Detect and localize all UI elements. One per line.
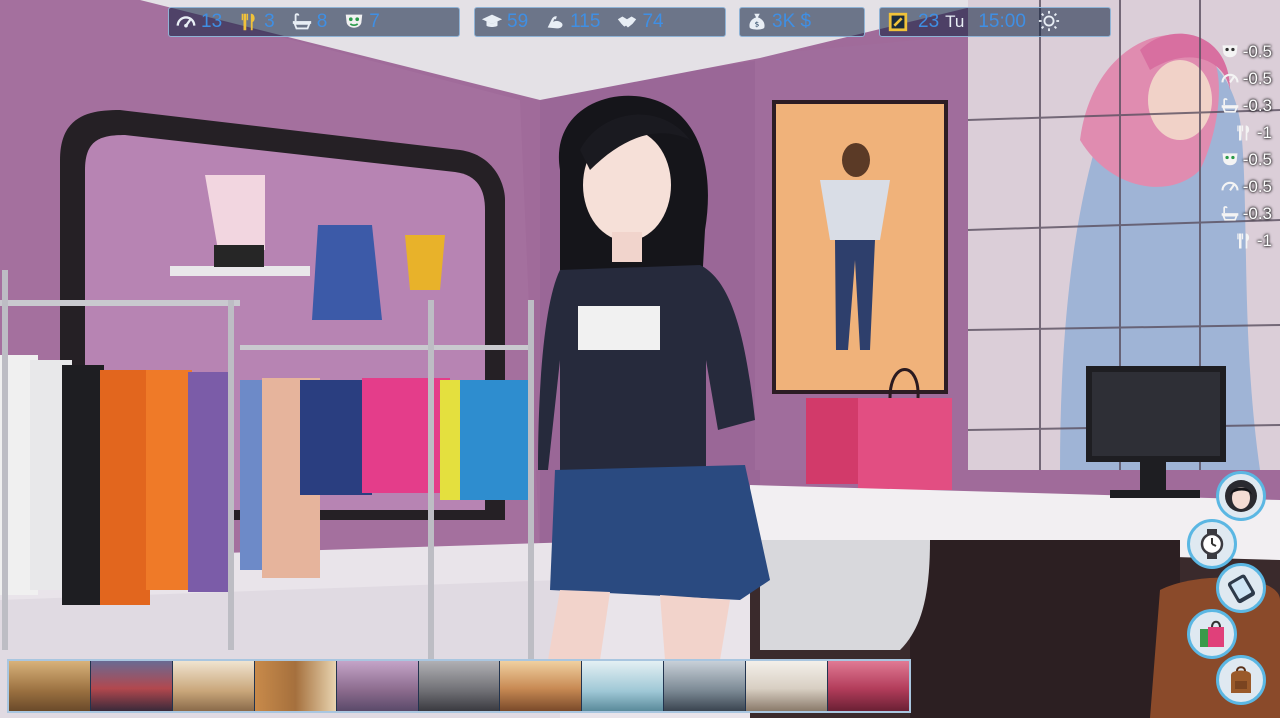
clothing-store-scene xyxy=(0,0,1280,718)
effect-row: -0.3 xyxy=(1200,94,1272,118)
location-mall-hall[interactable] xyxy=(9,661,91,711)
shopping-bag-icon xyxy=(1200,620,1224,647)
effect-row: -0.5 xyxy=(1200,67,1272,91)
money-bar: $ 3K $ xyxy=(739,7,865,37)
muscle-arm-icon xyxy=(544,11,566,33)
bathtub-icon xyxy=(291,11,313,33)
graduation-cap-icon xyxy=(481,11,503,33)
mood-mask-icon xyxy=(1219,41,1241,63)
location-lab[interactable] xyxy=(582,661,665,711)
needs-bar: 13 3 8 7 xyxy=(168,7,460,37)
inventory-button[interactable] xyxy=(1216,655,1266,705)
effect-row: -1 xyxy=(1200,121,1272,145)
effect-row: -0.5 xyxy=(1200,148,1272,172)
intelligence-stat[interactable]: 59 xyxy=(481,11,538,33)
fitness-stat[interactable]: 115 xyxy=(544,11,610,33)
mood-mask-icon xyxy=(1219,149,1241,171)
location-gym[interactable] xyxy=(418,661,501,711)
character-portrait-button[interactable] xyxy=(1216,471,1266,521)
fork-knife-icon xyxy=(1233,122,1255,144)
speedometer-icon xyxy=(1219,176,1241,198)
time-bar: 23 Tu 15:00 xyxy=(879,7,1111,37)
location-arcade[interactable] xyxy=(90,661,173,711)
speedometer-icon xyxy=(1219,68,1241,90)
wait-watch-button[interactable] xyxy=(1187,519,1237,569)
location-bakery[interactable] xyxy=(172,661,255,711)
effect-value: -0.5 xyxy=(1242,177,1272,196)
energy-value: 13 xyxy=(201,11,223,32)
effect-value: -1 xyxy=(1256,123,1272,142)
shop-button[interactable] xyxy=(1187,609,1237,659)
notebook-icon[interactable] xyxy=(886,11,912,33)
skills-bar: 59 115 74 xyxy=(474,7,726,37)
effect-row: -0.3 xyxy=(1200,202,1272,226)
effect-value: -0.3 xyxy=(1242,96,1272,115)
mood-mask-icon xyxy=(343,11,365,33)
phone-button[interactable] xyxy=(1216,563,1266,613)
location-boutique[interactable] xyxy=(336,661,419,711)
mood-stat[interactable]: 7 xyxy=(343,11,390,33)
money-stat[interactable]: $ 3K $ xyxy=(746,11,821,33)
social-value: 74 xyxy=(642,11,664,32)
effect-value: -0.5 xyxy=(1242,150,1272,169)
money-bag-icon: $ xyxy=(746,11,768,33)
money-value: 3K $ xyxy=(772,11,812,32)
wristwatch-icon xyxy=(1200,529,1224,559)
smartphone-icon xyxy=(1227,574,1256,604)
effect-value: -0.5 xyxy=(1242,42,1272,61)
hygiene-stat[interactable]: 8 xyxy=(291,11,338,33)
portrait-icon xyxy=(1225,480,1257,512)
svg-text:$: $ xyxy=(755,20,760,29)
effect-row: -0.5 xyxy=(1200,40,1272,64)
location-bookstore[interactable] xyxy=(254,661,337,711)
location-lingerie-store[interactable] xyxy=(828,661,909,711)
day-value: 23 xyxy=(918,11,940,32)
effect-value: -0.5 xyxy=(1242,69,1272,88)
speedometer-icon xyxy=(175,11,197,33)
hunger-value: 3 xyxy=(264,11,275,32)
energy-stat[interactable]: 13 xyxy=(175,11,232,33)
mood-value: 7 xyxy=(369,11,380,32)
location-restaurant[interactable] xyxy=(500,661,583,711)
hunger-stat[interactable]: 3 xyxy=(238,11,285,33)
handshake-icon xyxy=(616,11,638,33)
fitness-value: 115 xyxy=(570,11,601,32)
backpack-icon xyxy=(1231,666,1251,693)
location-office[interactable] xyxy=(664,661,747,711)
fork-knife-icon xyxy=(238,11,260,33)
bathtub-icon xyxy=(1219,95,1241,117)
clock-time: 15:00 xyxy=(978,11,1026,32)
active-effects-list: -0.5 -0.5 -0.3 -1 -0.5 -0.5 -0.3 -1 xyxy=(1200,40,1272,253)
sun-icon xyxy=(1038,10,1062,34)
effect-row: -0.5 xyxy=(1200,175,1272,199)
intelligence-value: 59 xyxy=(507,11,529,32)
effect-value: -0.3 xyxy=(1242,204,1272,223)
fork-knife-icon xyxy=(1233,230,1255,252)
location-kitchen[interactable] xyxy=(746,661,829,711)
weekday-value: Tu xyxy=(945,12,965,31)
location-strip xyxy=(7,659,911,713)
effect-row: -1 xyxy=(1200,229,1272,253)
social-stat[interactable]: 74 xyxy=(616,11,673,33)
bathtub-icon xyxy=(1219,203,1241,225)
effect-value: -1 xyxy=(1256,231,1272,250)
hygiene-value: 8 xyxy=(316,11,328,32)
